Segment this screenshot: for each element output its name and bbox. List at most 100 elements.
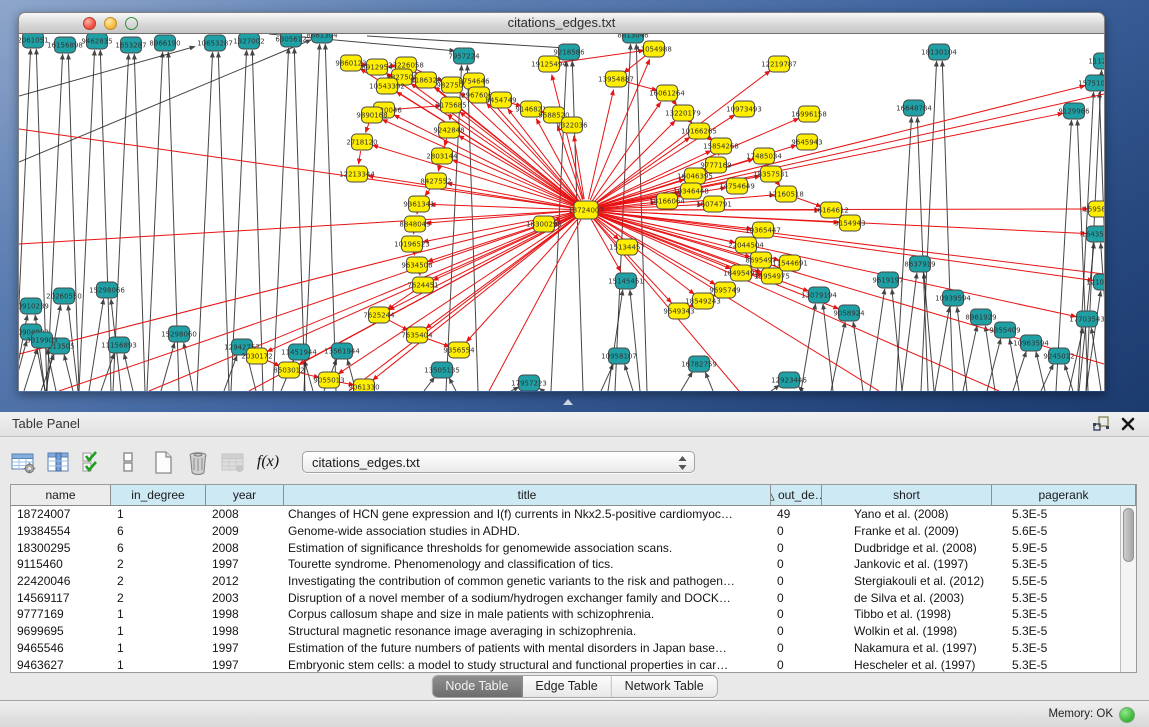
table-cell: 5.3E-5 xyxy=(992,591,1121,605)
edge xyxy=(985,326,995,391)
edge xyxy=(325,44,336,391)
graph-node-label: 13079194 xyxy=(801,292,837,300)
table-row[interactable]: 946362711997Embryonic stem cells: a mode… xyxy=(11,656,1121,672)
graph-node-label: 8637919 xyxy=(904,261,935,269)
table-cell: 5.9E-5 xyxy=(992,541,1121,555)
column-header-name[interactable]: name xyxy=(11,485,111,505)
close-window-button[interactable] xyxy=(83,17,96,30)
table-cell: 5.3E-5 xyxy=(992,507,1121,521)
column-header-short[interactable]: short xyxy=(822,485,992,505)
graph-node-label: 10166265 xyxy=(681,128,717,136)
graph-node-label: 11451944 xyxy=(281,349,317,357)
selected-edge xyxy=(59,214,576,391)
table-row[interactable]: 911546021997Tourette syndrome. Phenomeno… xyxy=(11,556,1121,573)
table-cell: Franke et al. (2009) xyxy=(822,524,992,538)
graph-node-label: 10973493 xyxy=(726,106,762,114)
table-row[interactable]: 977716911998Corpus callosum shape and si… xyxy=(11,606,1121,623)
table-cell: 0 xyxy=(771,607,822,621)
graph-node-label: 8966190 xyxy=(149,40,180,48)
tab-node-table[interactable]: Node Table xyxy=(432,676,522,697)
edge xyxy=(294,48,305,391)
graph-node-label: 9462835 xyxy=(81,38,112,46)
table-cell: de Silva et al. (2003) xyxy=(822,591,992,605)
column-header-out_de[interactable]: △ out_de… xyxy=(771,485,822,505)
column-header-in_degree[interactable]: in_degree xyxy=(111,485,206,505)
float-panel-icon[interactable] xyxy=(1091,415,1111,433)
window-titlebar[interactable]: citations_edges.txt xyxy=(18,12,1105,34)
graph-node-label: 9058924 xyxy=(833,310,865,318)
show-columns-button[interactable] xyxy=(43,447,73,477)
graph-node-label: 14754649 xyxy=(719,183,755,191)
new-document-button[interactable] xyxy=(148,447,178,477)
table-selector-dropdown[interactable]: citations_edges.txt xyxy=(302,451,695,473)
selected-edge xyxy=(597,212,1077,316)
table-row[interactable]: 1456911722003Disruption of a novel membe… xyxy=(11,589,1121,606)
graph-node-label: 9245012 xyxy=(1043,353,1074,361)
graph-node-label: 17703543 xyxy=(1069,316,1104,324)
graph-node-label: 16156898 xyxy=(47,42,83,50)
table-cell: Disruption of a novel member of a sodium… xyxy=(284,591,771,605)
graph-node-label: 8503012 xyxy=(273,367,304,375)
column-header-title[interactable]: title xyxy=(284,485,771,505)
graph-node-label: 8961929 xyxy=(965,314,996,322)
graph-node-label: 22044504 xyxy=(728,242,764,250)
table-cell: 14569117 xyxy=(11,591,111,605)
delete-entries-trash-button[interactable] xyxy=(183,447,213,477)
status-bar: Memory: OK xyxy=(0,700,1149,727)
edge xyxy=(79,50,95,391)
graph-node-label: 19125494 xyxy=(531,61,567,69)
graph-node-label: 1112304 xyxy=(1088,58,1104,66)
table-cell: 0 xyxy=(771,574,822,588)
selected-edge xyxy=(365,123,368,132)
column-header-year[interactable]: year xyxy=(206,485,284,505)
graph-node-label: 10939594 xyxy=(935,295,971,303)
maximize-window-button[interactable] xyxy=(125,17,138,30)
clear-selection-button[interactable] xyxy=(113,447,143,477)
graph-node-label: 11156893 xyxy=(101,342,137,350)
network-graph[interactable]: 2061051161568989462835165328789661901065… xyxy=(19,34,1104,391)
table-row[interactable]: 2242004622012Investigating the contribut… xyxy=(11,573,1121,590)
graph-node-label: 16061264 xyxy=(649,90,685,98)
delete-table-button-disabled xyxy=(218,447,248,477)
tab-network-table[interactable]: Network Table xyxy=(612,676,717,697)
memory-status-label: Memory: OK xyxy=(1048,708,1113,720)
table-row[interactable]: 969969511998Structural magnetic resonanc… xyxy=(11,623,1121,640)
select-all-button[interactable] xyxy=(78,447,108,477)
graph-node-label: 9549343 xyxy=(663,308,694,316)
table-cell: 5.5E-5 xyxy=(992,574,1121,588)
close-panel-icon[interactable] xyxy=(1119,415,1137,433)
edge xyxy=(963,326,977,391)
dropdown-arrows-icon xyxy=(678,456,687,470)
function-builder-button[interactable]: f(x) xyxy=(253,447,283,477)
selected-edge xyxy=(149,214,576,391)
graph-node-label: 9695749 xyxy=(709,287,740,295)
table-cell: 0 xyxy=(771,541,822,555)
table-row[interactable]: 1872400712008Changes of HCN gene express… xyxy=(11,506,1121,523)
tab-edge-table[interactable]: Edge Table xyxy=(522,676,611,697)
column-header-pagerank[interactable]: pagerank xyxy=(992,485,1136,505)
table-vertical-scrollbar[interactable] xyxy=(1120,506,1136,672)
minimize-window-button[interactable] xyxy=(104,17,117,30)
graph-node-label: 3319903 xyxy=(26,337,57,345)
table-settings-button[interactable] xyxy=(8,447,38,477)
graph-node-label: 15298066 xyxy=(89,287,125,295)
table-cell: Jankovic et al. (1997) xyxy=(822,557,992,571)
table-cell: Estimation of significance thresholds fo… xyxy=(284,541,771,555)
table-cell: 1998 xyxy=(206,607,284,621)
table-cell: 22420046 xyxy=(11,574,111,588)
table-cell: 0 xyxy=(771,557,822,571)
graph-node-label: 16046395 xyxy=(677,173,713,181)
table-row[interactable]: 1830029562008Estimation of significance … xyxy=(11,539,1121,556)
graph-node-label: 2030172 xyxy=(241,353,272,361)
split-pane-grip[interactable] xyxy=(563,399,573,405)
table-cell: Changes of HCN gene expression and I(f) … xyxy=(284,507,771,521)
table-row[interactable]: 946554611997Estimation of the future num… xyxy=(11,640,1121,657)
table-cell: 0 xyxy=(771,624,822,638)
scrollbar-thumb[interactable] xyxy=(1123,508,1134,562)
graph-node-label: 9361341 xyxy=(403,201,434,209)
graph-node-label: 9777169 xyxy=(700,162,731,170)
network-canvas[interactable]: 2061051161568989462835165328789661901065… xyxy=(18,34,1105,391)
table-cell: Dudbridge et al. (2008) xyxy=(822,541,992,555)
table-row[interactable]: 1938455462009Genome-wide association stu… xyxy=(11,523,1121,540)
graph-node-label: 7635404 xyxy=(401,332,433,340)
